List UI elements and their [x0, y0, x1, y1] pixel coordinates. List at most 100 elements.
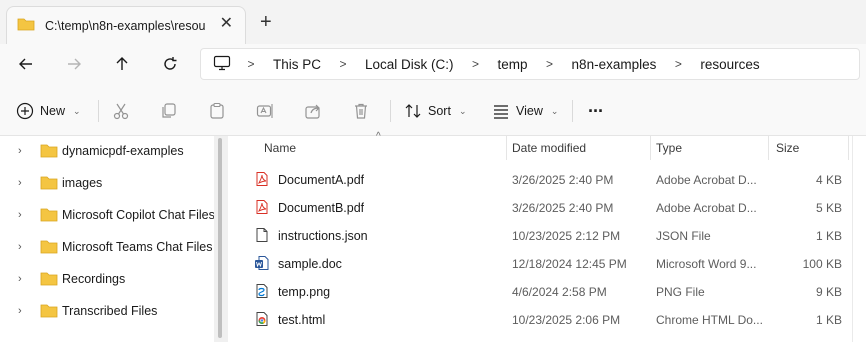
file-date: 3/26/2025 2:40 PM	[512, 173, 614, 187]
divider	[390, 100, 391, 122]
chevron-right-icon[interactable]: >	[329, 57, 357, 71]
copy-button[interactable]	[160, 100, 178, 122]
forward-button[interactable]	[62, 52, 86, 76]
new-tab-button[interactable]: +	[260, 12, 272, 32]
sidebar-item-microsoft-teams-chat-files[interactable]: › Microsoft Teams Chat Files	[0, 234, 214, 260]
sidebar-item-label: Transcribed Files	[62, 304, 158, 318]
sidebar-item-label: Microsoft Copilot Chat Files	[62, 208, 215, 222]
file-name-text: test.html	[278, 313, 326, 327]
chevron-down-icon: ⌄	[73, 105, 81, 116]
file-name-text: temp.png	[278, 285, 331, 299]
divider	[572, 100, 573, 122]
column-header-name[interactable]: Name	[264, 136, 504, 160]
sidebar-item-label: Recordings	[62, 272, 126, 286]
file-name[interactable]: DocumentA.pdf	[254, 166, 364, 194]
chevron-right-icon[interactable]: >	[536, 57, 564, 71]
chevron-right-icon[interactable]: ›	[18, 145, 22, 157]
sidebar-item-dynamicpdf-examples[interactable]: › dynamicpdf-examples	[0, 138, 214, 164]
chevron-right-icon[interactable]: >	[237, 57, 265, 71]
sort-button[interactable]: Sort ⌄	[404, 100, 466, 122]
folder-icon	[40, 303, 58, 321]
cut-button[interactable]	[112, 100, 130, 122]
view-button[interactable]: View ⌄	[492, 100, 558, 122]
chevron-right-icon[interactable]: >	[664, 57, 692, 71]
file-list-scrollbar[interactable]	[852, 136, 866, 342]
address-bar[interactable]: > This PC > Local Disk (C:) > temp > n8n…	[200, 48, 860, 80]
sidebar-item-images[interactable]: › images	[0, 170, 214, 196]
share-icon	[305, 104, 320, 119]
sort-icon	[405, 104, 421, 118]
more-options-button[interactable]: ···	[588, 100, 604, 122]
file-size: 9 KB	[815, 285, 842, 299]
image-icon	[254, 283, 270, 302]
share-button[interactable]	[304, 100, 322, 122]
file-row[interactable]: sample.doc 12/18/2024 12:45 PM Microsoft…	[230, 250, 850, 278]
file-row[interactable]: DocumentA.pdf 3/26/2025 2:40 PM Adobe Ac…	[230, 166, 850, 194]
chevron-down-icon: ⌄	[458, 105, 467, 116]
file-date: 10/23/2025 2:12 PM	[512, 229, 621, 243]
title-bar: C:\temp\n8n-examples\resou ✕ +	[0, 0, 866, 44]
chevron-right-icon[interactable]: ›	[18, 177, 22, 189]
file-name[interactable]: temp.png	[254, 278, 330, 306]
close-tab-icon[interactable]: ✕	[220, 16, 233, 32]
file-name[interactable]: sample.doc	[254, 250, 342, 278]
back-button[interactable]	[14, 52, 38, 76]
folder-icon	[40, 207, 58, 225]
chevron-down-icon: ⌄	[550, 105, 559, 116]
chevron-right-icon[interactable]: ›	[18, 209, 22, 221]
new-label: New	[40, 104, 66, 118]
scrollbar-thumb[interactable]	[218, 138, 222, 338]
tab-current-folder[interactable]: C:\temp\n8n-examples\resou ✕	[6, 6, 246, 44]
file-name[interactable]: instructions.json	[254, 222, 368, 250]
file-name-text: instructions.json	[278, 229, 368, 243]
file-type: Adobe Acrobat D...	[656, 173, 757, 187]
sidebar-item-label: dynamicpdf-examples	[62, 144, 184, 158]
sidebar-item-transcribed-files[interactable]: › Transcribed Files	[0, 298, 214, 324]
up-arrow-icon	[116, 57, 128, 70]
file-list: ^ Name Date modified Type Size DocumentA…	[230, 131, 866, 342]
file-name[interactable]: test.html	[254, 306, 325, 334]
sidebar-item-microsoft-copilot-chat-files[interactable]: › Microsoft Copilot Chat Files	[0, 202, 215, 228]
file-row[interactable]: test.html 10/23/2025 2:06 PM Chrome HTML…	[230, 306, 850, 334]
breadcrumb-n8n-examples[interactable]: n8n-examples	[564, 57, 665, 72]
up-button[interactable]	[110, 52, 134, 76]
column-divider[interactable]	[768, 136, 769, 160]
new-button[interactable]: New ⌄	[16, 100, 81, 122]
file-row[interactable]: DocumentB.pdf 3/26/2025 2:40 PM Adobe Ac…	[230, 194, 850, 222]
file-size: 100 KB	[802, 257, 842, 271]
file-row[interactable]: temp.png 4/6/2024 2:58 PM PNG File 9 KB	[230, 278, 850, 306]
view-list-icon	[494, 105, 508, 119]
column-header-date-modified[interactable]: Date modified	[512, 136, 648, 160]
navigation-pane-scrollbar[interactable]	[214, 136, 228, 342]
folder-icon	[17, 17, 35, 34]
chevron-right-icon[interactable]: >	[462, 57, 490, 71]
file-type: Adobe Acrobat D...	[656, 201, 757, 215]
column-header-type[interactable]: Type	[656, 136, 762, 160]
file-size: 1 KB	[815, 313, 842, 327]
copy-icon	[162, 103, 176, 118]
column-header-size[interactable]: Size	[776, 136, 846, 160]
column-divider[interactable]	[650, 136, 651, 160]
back-arrow-icon	[19, 58, 32, 70]
breadcrumb-temp[interactable]: temp	[490, 57, 536, 72]
breadcrumb-resources[interactable]: resources	[692, 57, 767, 72]
file-row[interactable]: instructions.json 10/23/2025 2:12 PM JSO…	[230, 222, 850, 250]
sidebar-item-recordings[interactable]: › Recordings	[0, 266, 214, 292]
refresh-button[interactable]	[158, 52, 182, 76]
chevron-right-icon[interactable]: ›	[18, 241, 22, 253]
column-divider[interactable]	[848, 136, 849, 160]
sort-label: Sort	[428, 104, 451, 118]
chevron-right-icon[interactable]: ›	[18, 273, 22, 285]
column-divider[interactable]	[506, 136, 507, 160]
pdf-icon	[254, 199, 270, 218]
paste-button[interactable]	[208, 100, 226, 122]
breadcrumb-this-pc[interactable]: This PC	[265, 57, 329, 72]
breadcrumb-local-disk[interactable]: Local Disk (C:)	[357, 57, 462, 72]
file-size: 1 KB	[815, 229, 842, 243]
delete-button[interactable]	[352, 100, 370, 122]
file-type: PNG File	[656, 285, 705, 299]
file-name[interactable]: DocumentB.pdf	[254, 194, 364, 222]
chevron-right-icon[interactable]: ›	[18, 305, 22, 317]
file-size: 4 KB	[815, 173, 842, 187]
rename-button[interactable]	[256, 100, 274, 122]
